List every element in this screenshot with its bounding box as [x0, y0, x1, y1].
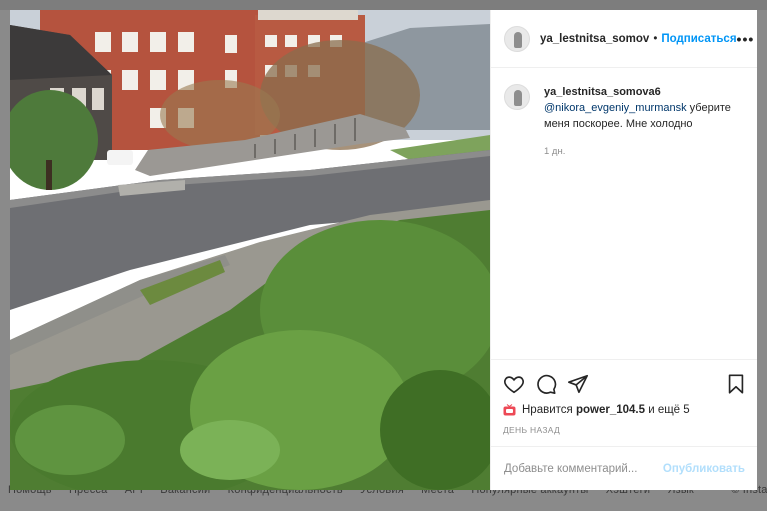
comments-area: ya_lestnitsa_somova6 @nikora_evgeniy_mur… [491, 68, 757, 359]
action-icons-row [503, 368, 747, 400]
heart-icon[interactable] [503, 373, 525, 395]
caption-avatar[interactable] [504, 84, 530, 110]
likes-prefix: Нравится [522, 404, 573, 416]
tv-icon [503, 404, 516, 416]
author-username[interactable]: ya_lestnitsa_somov [540, 33, 649, 45]
post-header: ya_lestnitsa_somov • Подписаться ••• [491, 10, 757, 68]
caption-comment: ya_lestnitsa_somova6 @nikora_evgeniy_mur… [504, 84, 745, 160]
author-avatar[interactable] [504, 25, 530, 52]
caption-body: ya_lestnitsa_somova6 @nikora_evgeniy_mur… [544, 84, 745, 160]
share-icon[interactable] [567, 373, 589, 395]
likes-suffix[interactable]: и ещё 5 [648, 404, 689, 416]
more-horizontal-icon[interactable]: ••• [737, 31, 755, 47]
follow-button[interactable]: Подписаться [661, 33, 736, 45]
comment-input[interactable] [504, 462, 663, 475]
post-side-panel: ya_lestnitsa_somov • Подписаться ••• ya_… [490, 10, 757, 490]
post-actions: Нравится power_104.5 и ещё 5 ДЕНЬ НАЗАД [491, 359, 757, 435]
caption-mention[interactable]: @nikora_evgeniy_murmansk [544, 102, 687, 114]
bookmark-icon[interactable] [725, 373, 747, 395]
backdrop-top [0, 0, 767, 10]
caption-username[interactable]: ya_lestnitsa_somova6 [544, 86, 661, 98]
post-date[interactable]: ДЕНЬ НАЗАД [503, 425, 747, 435]
post-photo[interactable] [10, 10, 490, 490]
add-comment-bar: Опубликовать [491, 446, 757, 490]
post-modal: ya_lestnitsa_somov • Подписаться ••• ya_… [10, 10, 757, 490]
comment-icon[interactable] [535, 373, 557, 395]
publish-button[interactable]: Опубликовать [663, 463, 745, 475]
separator-dot: • [653, 32, 658, 45]
caption-time[interactable]: 1 дн. [544, 144, 745, 160]
likes-user[interactable]: power_104.5 [576, 404, 645, 416]
likes-summary[interactable]: Нравится power_104.5 и ещё 5 [503, 404, 747, 416]
photo-illustration [10, 10, 490, 490]
